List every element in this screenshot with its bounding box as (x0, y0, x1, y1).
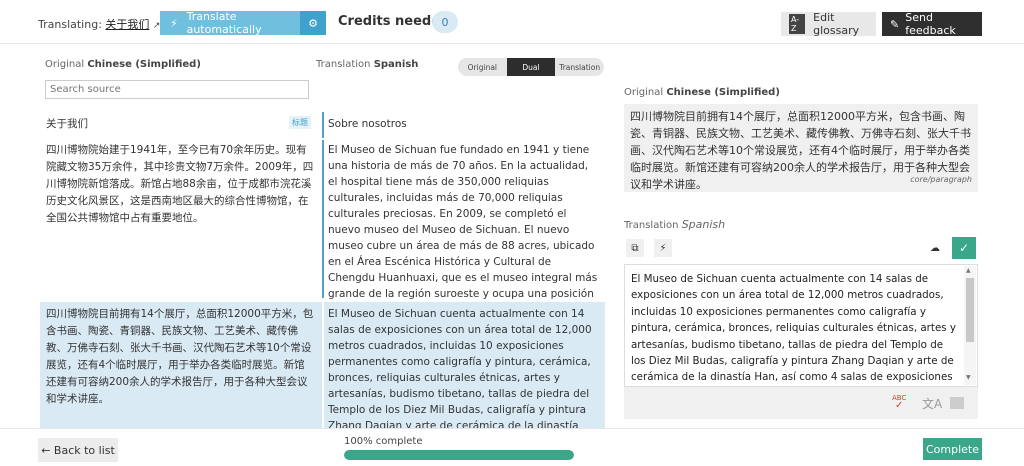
glossary-icon: A-Z (789, 14, 806, 34)
lightning-icon: ⚡ (170, 16, 178, 30)
scroll-up-icon[interactable]: ▲ (966, 267, 971, 274)
auto-translate-settings-button[interactable]: ⚙ (300, 11, 326, 35)
scroll-down-icon[interactable]: ▼ (966, 374, 971, 381)
original-language-header: Original Chinese (Simplified) (45, 59, 201, 70)
spellcheck-button[interactable]: ABC ✓ (892, 395, 906, 411)
segment-row[interactable]: 关于我们 标题 Sobre nosotros (40, 108, 605, 140)
lightning-icon: ⚡ (659, 242, 667, 254)
segment-target[interactable]: El Museo de Sichuan fue fundado en 1941 … (322, 140, 598, 316)
original-text-panel: 四川博物院目前拥有14个展厅，总面积12000平方米，包含书画、陶瓷、青铜器、民… (624, 104, 978, 192)
translate-automatically-label: Translate automatically (186, 10, 262, 36)
progress-label: 100% complete (344, 436, 423, 447)
view-mode-dual[interactable]: Dual (506, 58, 556, 76)
right-translation-lang: Spanish (681, 218, 726, 231)
edit-glossary-button[interactable]: A-Z Edit glossary (781, 11, 876, 37)
original-header-label: Original (45, 59, 85, 70)
translation-header-lang: Spanish (373, 59, 419, 70)
translation-scrollbar[interactable]: ▲ ▼ (964, 266, 976, 385)
right-original-label: Original (624, 87, 664, 98)
segment-row-active[interactable]: 四川博物院目前拥有14个展厅，总面积12000平方米，包含书画、陶瓷、青铜器、民… (40, 302, 605, 428)
translating-label: Translating: (38, 18, 102, 31)
segment-source: 四川博物院目前拥有14个展厅，总面积12000平方米，包含书画、陶瓷、青铜器、民… (46, 308, 314, 405)
send-feedback-label: Send feedback (905, 11, 956, 37)
back-to-list-button[interactable]: ← Back to list (38, 438, 118, 462)
translation-textarea[interactable]: El Museo de Sichuan cuenta actualmente c… (624, 264, 978, 387)
cloud-upload-icon: ☁ (930, 242, 940, 254)
gear-icon: ⚙ (308, 16, 318, 30)
search-source-input[interactable] (45, 80, 309, 99)
bottom-bar: ← Back to list 100% complete Complete (0, 428, 1024, 466)
copy-icon: ⧉ (631, 242, 639, 254)
pencil-icon: ✎ (890, 17, 900, 31)
translating-indicator: Translating: 关于我们 ↗ (38, 16, 160, 32)
spellcheck-check-icon: ✓ (894, 400, 904, 411)
translation-header-label: Translation (316, 59, 371, 70)
heading-badge: 标题 (289, 116, 311, 129)
progress-fill (344, 450, 574, 460)
top-bar: Translating: 关于我们 ↗ ⚡ Translate automati… (0, 0, 1024, 44)
cloud-upload-button[interactable]: ☁ (926, 239, 944, 257)
view-mode-toggle: Original Dual Translation (458, 58, 604, 76)
view-mode-original[interactable]: Original (458, 58, 507, 76)
edit-glossary-label: Edit glossary (813, 11, 860, 37)
complete-button[interactable]: Complete (923, 438, 982, 460)
segment-target[interactable]: El Museo de Sichuan cuenta actualmente c… (322, 302, 598, 428)
segment-row[interactable]: 四川博物院始建于1941年，至今已有70余年历史。现有院藏文物35万余件，其中珍… (40, 140, 605, 316)
right-translation-label: Translation (624, 220, 679, 231)
checkmark-icon: ✓ (958, 241, 970, 255)
right-original-lang: Chinese (Simplified) (666, 87, 780, 98)
segment-list: 关于我们 标题 Sobre nosotros 四川博物院始建于1941年，至今已… (40, 108, 605, 428)
translation-language-header: Translation Spanish (316, 59, 418, 70)
translation-toolbar: ABC ✓ 文A (624, 387, 978, 419)
keyboard-icon[interactable] (950, 397, 964, 409)
confirm-translation-button[interactable]: ✓ (952, 237, 976, 259)
original-header-lang: Chinese (Simplified) (87, 59, 201, 70)
translating-page-link[interactable]: 关于我们 (105, 18, 149, 31)
right-translation-header: Translation Spanish (624, 218, 725, 231)
block-type-tag: core/paragraph (910, 175, 972, 184)
view-mode-translation[interactable]: Translation (555, 58, 604, 76)
segment-source: 四川博物院始建于1941年，至今已有70余年历史。现有院藏文物35万余件，其中珍… (46, 144, 314, 224)
credits-needed-badge: 0 (432, 11, 458, 33)
right-original-header: Original Chinese (Simplified) (624, 87, 780, 98)
scroll-thumb[interactable] (966, 278, 974, 342)
segment-target[interactable]: Sobre nosotros (322, 112, 598, 138)
copy-source-button[interactable]: ⧉ (626, 239, 644, 257)
segment-source: 关于我们 (46, 118, 88, 130)
translate-automatically-button[interactable]: ⚡ Translate automatically (160, 10, 300, 36)
translate-language-icon[interactable]: 文A (922, 395, 942, 412)
send-feedback-button[interactable]: ✎ Send feedback (882, 11, 982, 37)
auto-translate-segment-button[interactable]: ⚡ (654, 239, 672, 257)
progress-bar (344, 450, 574, 460)
